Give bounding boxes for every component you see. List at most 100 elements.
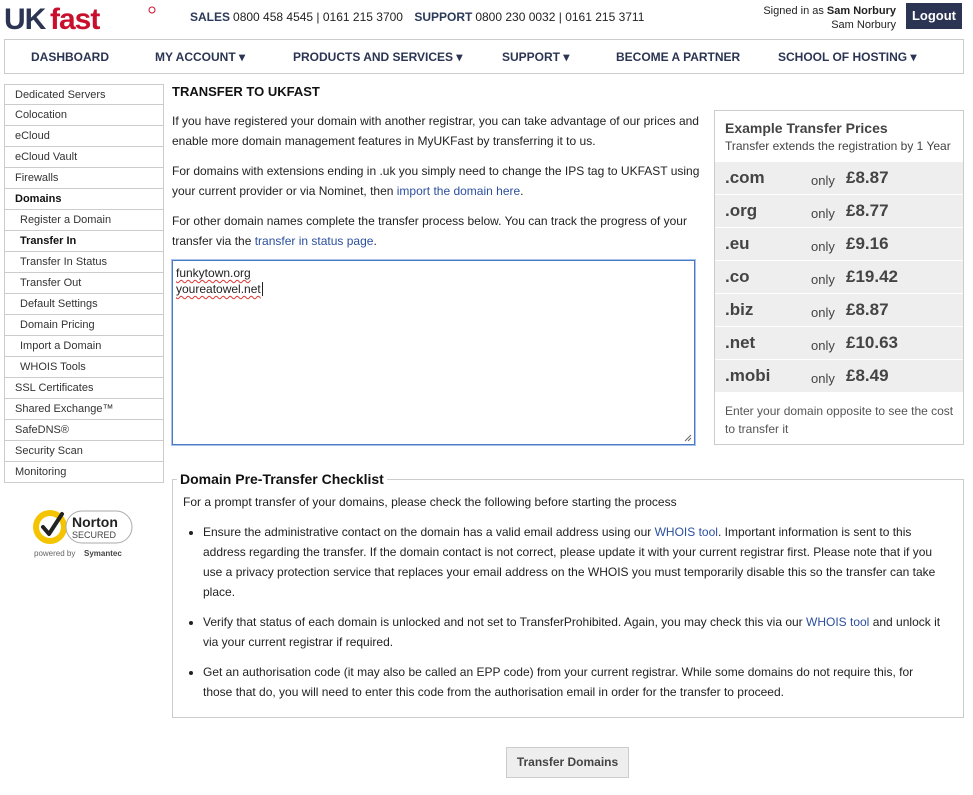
- sidebar-item-dedicated-servers[interactable]: Dedicated Servers: [4, 84, 164, 105]
- svg-text:fast: fast: [50, 4, 100, 34]
- support-numbers: 0800 230 0032 | 0161 215 3711: [475, 10, 645, 24]
- checklist-item-2-text: Verify that status of each domain is unl…: [203, 615, 806, 629]
- domain-line-2: youreatowel.net: [176, 282, 261, 296]
- sidebar-item-safedns[interactable]: SafeDNS®: [4, 420, 164, 441]
- price-amount: £8.49: [846, 366, 889, 385]
- sidebar: Dedicated Servers Colocation eCloud eClo…: [4, 84, 164, 483]
- transfer-domains-button[interactable]: Transfer Domains: [506, 747, 629, 778]
- sidebar-item-ssl-certificates[interactable]: SSL Certificates: [4, 378, 164, 399]
- price-ext: .com: [725, 168, 765, 187]
- svg-text:UK: UK: [4, 4, 47, 34]
- sidebar-item-transfer-out[interactable]: Transfer Out: [4, 273, 164, 294]
- list-item: Get an authorisation code (it may also b…: [203, 662, 943, 702]
- sidebar-item-security-scan[interactable]: Security Scan: [4, 441, 164, 462]
- user-name-secondary: Sam Norbury: [831, 19, 896, 31]
- signed-in-info: Signed in as Sam Norbury Sam Norbury: [763, 4, 896, 32]
- price-ext: .mobi: [725, 366, 771, 385]
- resize-handle-icon[interactable]: [684, 434, 692, 442]
- nav-school-of-hosting[interactable]: SCHOOL OF HOSTING ▾: [778, 50, 916, 64]
- checklist-heading: Domain Pre-Transfer Checklist: [177, 471, 387, 487]
- price-only: only: [811, 305, 835, 320]
- sidebar-item-transfer-in-status[interactable]: Transfer In Status: [4, 252, 164, 273]
- price-row: .net only £10.63: [715, 326, 963, 359]
- nav-support[interactable]: SUPPORT ▾: [502, 50, 569, 64]
- price-ext: .biz: [725, 300, 754, 319]
- sidebar-item-import-a-domain[interactable]: Import a Domain: [4, 336, 164, 357]
- other-domains-end: .: [373, 234, 377, 248]
- price-only: only: [811, 239, 835, 254]
- other-domains-paragraph: For other domain names complete the tran…: [172, 211, 702, 251]
- price-only: only: [811, 173, 835, 188]
- norton-powered-by: powered by: [34, 549, 75, 558]
- uk-domains-paragraph: For domains with extensions ending in .u…: [172, 161, 702, 201]
- price-amount: £19.42: [846, 267, 898, 286]
- price-row: .org only £8.77: [715, 194, 963, 227]
- sidebar-item-default-settings[interactable]: Default Settings: [4, 294, 164, 315]
- price-amount: £9.16: [846, 234, 889, 253]
- import-domain-link[interactable]: import the domain here: [397, 184, 520, 198]
- norton-brand: Norton: [72, 514, 118, 530]
- sidebar-item-ecloud[interactable]: eCloud: [4, 126, 164, 147]
- ukfast-logo[interactable]: UK fast: [4, 4, 156, 34]
- price-row: .co only £19.42: [715, 260, 963, 293]
- sidebar-item-shared-exchange[interactable]: Shared Exchange™: [4, 399, 164, 420]
- price-row: .eu only £9.16: [715, 227, 963, 260]
- sidebar-item-whois-tools[interactable]: WHOIS Tools: [4, 357, 164, 378]
- sidebar-item-ecloud-vault[interactable]: eCloud Vault: [4, 147, 164, 168]
- main-nav: DASHBOARD MY ACCOUNT ▾ PRODUCTS AND SERV…: [4, 39, 964, 74]
- logout-button[interactable]: Logout: [906, 3, 962, 29]
- example-prices-panel: Example Transfer Prices Transfer extends…: [714, 110, 964, 445]
- domains-textarea[interactable]: funkytown.org youreatowel.net: [172, 260, 695, 445]
- norton-secured-badge[interactable]: Norton SECURED powered by Symantec: [30, 504, 140, 564]
- sidebar-item-domain-pricing[interactable]: Domain Pricing: [4, 315, 164, 336]
- whois-tool-link-2[interactable]: WHOIS tool: [806, 615, 869, 629]
- site-header: UK fast SALES 0800 458 4545 | 0161 215 37…: [0, 0, 973, 38]
- checklist-list: Ensure the administrative contact on the…: [203, 522, 943, 712]
- transfer-status-link[interactable]: transfer in status page: [255, 234, 374, 248]
- price-amount: £10.63: [846, 333, 898, 352]
- list-item: Ensure the administrative contact on the…: [203, 522, 943, 602]
- price-ext: .net: [725, 333, 756, 352]
- sidebar-item-firewalls[interactable]: Firewalls: [4, 168, 164, 189]
- support-label: SUPPORT: [414, 10, 473, 24]
- sidebar-item-transfer-in[interactable]: Transfer In: [4, 231, 164, 252]
- price-ext: .org: [725, 201, 758, 220]
- price-only: only: [811, 206, 835, 221]
- sales-numbers: 0800 458 4545 | 0161 215 3700: [233, 10, 403, 24]
- user-name: Sam Norbury: [826, 5, 896, 17]
- nav-my-account[interactable]: MY ACCOUNT ▾: [155, 50, 245, 64]
- intro-paragraph: If you have registered your domain with …: [172, 114, 699, 148]
- other-domains-text: For other domain names complete the tran…: [172, 214, 687, 248]
- prices-heading: Example Transfer Prices: [725, 120, 888, 136]
- uk-domains-end: .: [520, 184, 524, 198]
- price-amount: £8.87: [846, 168, 889, 187]
- price-row: .biz only £8.87: [715, 293, 963, 326]
- list-item: Verify that status of each domain is unl…: [203, 612, 943, 652]
- sales-label: SALES: [190, 10, 231, 24]
- price-amount: £8.77: [846, 201, 889, 220]
- checklist-item-1-text: Ensure the administrative contact on the…: [203, 525, 655, 539]
- nav-become-a-partner[interactable]: BECOME A PARTNER: [616, 50, 740, 64]
- pre-transfer-checklist: Domain Pre-Transfer Checklist For a prom…: [172, 471, 964, 718]
- sidebar-item-domains[interactable]: Domains: [4, 189, 164, 210]
- price-row: .com only £8.87: [715, 161, 963, 194]
- nav-dashboard[interactable]: DASHBOARD: [31, 50, 109, 64]
- price-amount: £8.87: [846, 300, 889, 319]
- prices-footer: Enter your domain opposite to see the co…: [725, 404, 954, 436]
- norton-symantec: Symantec: [84, 549, 122, 558]
- nav-products-and-services[interactable]: PRODUCTS AND SERVICES ▾: [293, 50, 462, 64]
- main-content: TRANSFER TO UKFAST If you have registere…: [172, 84, 702, 261]
- sidebar-item-register-a-domain[interactable]: Register a Domain: [4, 210, 164, 231]
- contact-numbers: SALES 0800 458 4545 | 0161 215 3700 SUPPO…: [190, 10, 652, 24]
- checklist-intro: For a prompt transfer of your domains, p…: [183, 495, 677, 509]
- sidebar-item-colocation[interactable]: Colocation: [4, 105, 164, 126]
- price-only: only: [811, 338, 835, 353]
- price-row: .mobi only £8.49: [715, 359, 963, 392]
- sidebar-item-monitoring[interactable]: Monitoring: [4, 462, 164, 483]
- price-ext: .eu: [725, 234, 750, 253]
- whois-tool-link[interactable]: WHOIS tool: [655, 525, 718, 539]
- domain-line-1: funkytown.org: [176, 266, 251, 280]
- signed-in-prefix: Signed in as: [763, 5, 824, 17]
- prices-subheading: Transfer extends the registration by 1 Y…: [725, 139, 951, 153]
- price-ext: .co: [725, 267, 750, 286]
